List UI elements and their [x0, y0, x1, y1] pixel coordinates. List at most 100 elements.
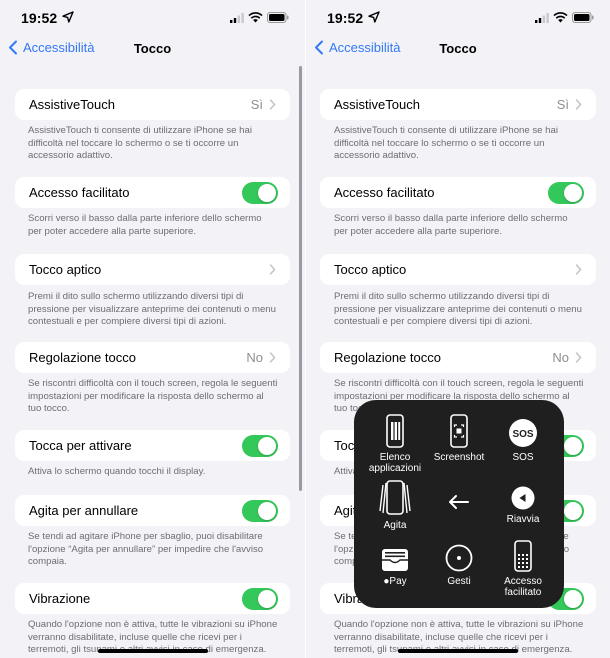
accesso-facilitato-footer: Scorri verso il basso dalla parte inferi… — [334, 213, 568, 237]
row-label: AssistiveTouch — [29, 97, 115, 112]
svg-text:SOS: SOS — [512, 429, 533, 440]
assistivetouch-row[interactable]: AssistiveTouch Sì — [320, 89, 596, 120]
toggle-knob — [258, 183, 276, 202]
row-label: Regolazione tocco — [334, 350, 441, 365]
wallet-icon — [382, 549, 408, 571]
row-label: Accesso facilitato — [334, 185, 435, 200]
row-label: AssistiveTouch — [334, 97, 420, 112]
row-value: Sì — [556, 97, 569, 112]
chevron-right-icon — [575, 352, 582, 363]
menu-item-screenshot[interactable]: Screenshot — [424, 412, 494, 463]
shake-icon — [379, 480, 411, 515]
accesso-facilitato-row: Accesso facilitato — [15, 177, 290, 208]
agita-per-annullare-row: Agita per annullare — [15, 495, 290, 526]
back-arrow-icon — [449, 495, 469, 509]
scrollbar[interactable] — [299, 66, 302, 491]
row-label: Vibrazione — [29, 591, 91, 606]
menu-item-gestures[interactable]: Gesti — [424, 540, 494, 587]
chevron-right-icon — [269, 264, 276, 275]
chevron-right-icon — [575, 264, 582, 275]
toggle-knob — [564, 589, 582, 608]
row-label: Agita per annullare — [29, 503, 139, 518]
row-label: Regolazione tocco — [29, 350, 136, 365]
chevron-right-icon — [269, 352, 276, 363]
toggle-knob — [258, 589, 276, 608]
accesso-facilitato-toggle[interactable] — [242, 181, 278, 204]
location-arrow-icon — [62, 11, 74, 23]
assistivetouch-row[interactable]: AssistiveTouch Sì — [15, 89, 290, 120]
menu-item-label: Agita — [383, 520, 407, 531]
regolazione-tocco-row[interactable]: Regolazione tocco No — [15, 342, 290, 373]
battery-icon — [572, 12, 594, 23]
app-switcher-icon — [386, 414, 404, 448]
tocco-aptico-footer: Premi il dito sullo schermo utilizzando … — [334, 291, 582, 327]
menu-item-label: ●Pay — [383, 576, 407, 587]
wifi-icon — [248, 12, 263, 23]
reachability-icon — [514, 540, 532, 572]
regolazione-tocco-row[interactable]: Regolazione tocco No — [320, 342, 596, 373]
row-value: No — [552, 350, 569, 365]
assistivetouch-footer: AssistiveTouch ti consente di utilizzare… — [334, 125, 558, 161]
menu-item-restart[interactable]: Riavvia — [488, 480, 558, 525]
row-label: Tocco aptico — [334, 262, 407, 277]
status-time: 19:52 — [21, 10, 58, 26]
accesso-facilitato-footer: Scorri verso il basso dalla parte inferi… — [28, 213, 262, 237]
row-label: Tocca per attivare — [29, 438, 132, 453]
tocca-per-attivare-footer: Attiva lo schermo quando tocchi il displ… — [28, 466, 206, 477]
row-label: Tocco aptico — [29, 262, 102, 277]
row-label: Accesso facilitato — [29, 185, 130, 200]
restart-icon — [511, 486, 535, 510]
toggle-knob — [564, 436, 582, 455]
location-arrow-icon — [368, 11, 380, 23]
menu-item-back[interactable] — [424, 480, 494, 514]
accesso-facilitato-row: Accesso facilitato — [320, 177, 596, 208]
accesso-facilitato-toggle[interactable] — [548, 181, 584, 204]
tocca-per-attivare-row: Tocca per attivare — [15, 430, 290, 461]
tocca-per-attivare-toggle[interactable] — [242, 434, 278, 457]
home-indicator[interactable] — [398, 649, 518, 653]
menu-item-label: Gesti — [447, 576, 471, 587]
assistivetouch-menu: Elenco applicazioni Screenshot SOS SOS A… — [354, 400, 564, 608]
toggle-knob — [564, 183, 582, 202]
menu-item-label: Elenco applicazioni — [368, 452, 422, 474]
menu-item-label: Screenshot — [433, 452, 485, 463]
menu-item-apple-pay[interactable]: ●Pay — [360, 540, 430, 587]
menu-item-app-switcher[interactable]: Elenco applicazioni — [360, 412, 430, 474]
chevron-right-icon — [575, 99, 582, 110]
menu-item-label: Accesso facilitato — [504, 576, 542, 598]
page-title: Tocco — [439, 41, 477, 56]
settings-screen-right: 19:52 Accessibilità Tocco AssistiveTouch… — [306, 0, 610, 658]
row-value: No — [246, 350, 263, 365]
vibrazione-row: Vibrazione — [15, 583, 290, 614]
tocco-aptico-row[interactable]: Tocco aptico — [15, 254, 290, 285]
sos-icon: SOS — [509, 419, 537, 447]
menu-item-reachability[interactable]: Accesso facilitato — [488, 540, 558, 598]
menu-item-label: SOS — [512, 452, 534, 463]
toggle-knob — [258, 436, 276, 455]
assistivetouch-footer: AssistiveTouch ti consente di utilizzare… — [28, 125, 252, 161]
cellular-signal-icon — [535, 13, 549, 23]
agita-per-annullare-footer: Se tendi ad agitare iPhone per sbaglio, … — [28, 531, 264, 567]
menu-item-label: Riavvia — [506, 514, 540, 525]
agita-per-annullare-toggle[interactable] — [242, 499, 278, 522]
menu-item-shake[interactable]: Agita — [360, 480, 430, 531]
tocco-aptico-footer: Premi il dito sullo schermo utilizzando … — [28, 291, 276, 327]
regolazione-tocco-footer: Se riscontri difficoltà con il touch scr… — [28, 378, 278, 414]
screenshot-icon — [450, 414, 468, 448]
tocco-aptico-row[interactable]: Tocco aptico — [320, 254, 596, 285]
gestures-icon — [445, 544, 473, 572]
cellular-signal-icon — [230, 13, 244, 23]
chevron-right-icon — [269, 99, 276, 110]
nav-bar: Accessibilità Tocco — [0, 34, 305, 64]
nav-bar: Accessibilità Tocco — [306, 34, 610, 64]
settings-screen-left: 19:52 Accessibilità Tocco AssistiveTouch… — [0, 0, 305, 658]
row-value: Sì — [250, 97, 263, 112]
wifi-icon — [553, 12, 568, 23]
page-title: Tocco — [133, 41, 172, 56]
vibrazione-toggle[interactable] — [242, 587, 278, 610]
home-indicator[interactable] — [97, 649, 208, 653]
menu-item-sos[interactable]: SOS SOS — [488, 412, 558, 463]
status-bar: 19:52 — [0, 0, 305, 34]
status-time: 19:52 — [327, 10, 364, 26]
toggle-knob — [258, 501, 276, 520]
